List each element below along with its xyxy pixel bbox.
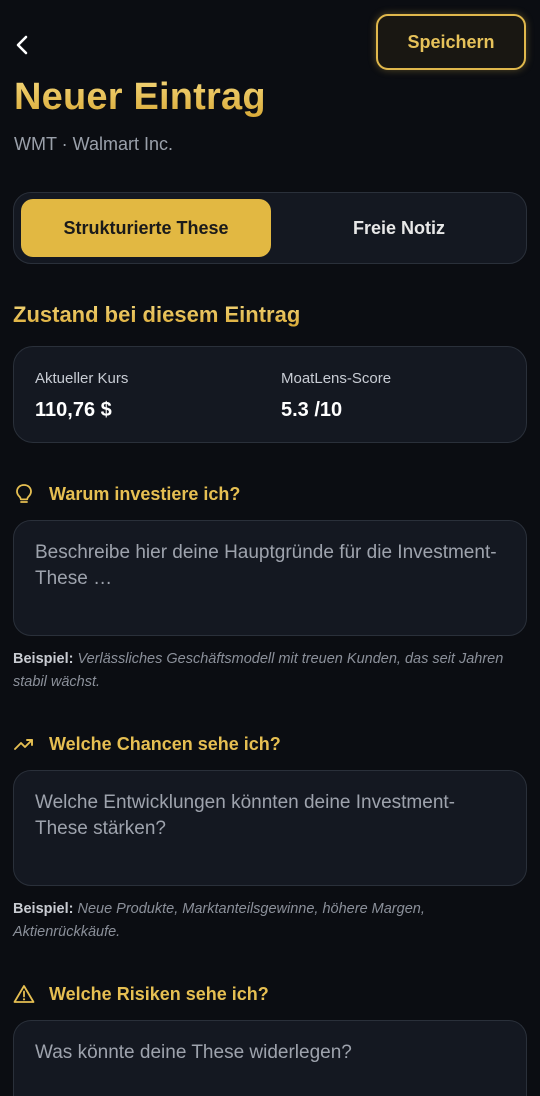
example-prefix: Beispiel: — [13, 651, 74, 667]
moatlens-score-label: MoatLens-Score — [281, 370, 392, 387]
warning-triangle-icon — [13, 983, 35, 1005]
why-invest-example: Beispiel: Verlässliches Geschäftsmodell … — [13, 648, 513, 694]
entry-type-toggle: Strukturierte These Freie Notiz — [13, 192, 527, 264]
lightbulb-icon — [13, 483, 35, 505]
risks-input[interactable]: Was könnte deine These widerlegen? — [13, 1020, 527, 1096]
opportunities-input[interactable]: Welche Entwicklungen könnten deine Inves… — [13, 770, 527, 886]
question-label: Warum investiere ich? — [49, 483, 241, 504]
back-button[interactable] — [8, 28, 36, 62]
question-label: Welche Chancen sehe ich? — [49, 733, 281, 754]
save-button[interactable]: Speichern — [376, 14, 526, 70]
trending-up-icon — [13, 733, 35, 755]
why-invest-input[interactable]: Beschreibe hier deine Hauptgründe für di… — [13, 520, 527, 636]
question-why-invest: Warum investiere ich? — [13, 480, 240, 508]
question-label: Welche Risiken sehe ich? — [49, 983, 269, 1004]
stock-subtitle: WMT · Walmart Inc. — [14, 134, 173, 154]
question-opportunities: Welche Chancen sehe ich? — [13, 730, 281, 758]
tab-free-note[interactable]: Freie Notiz — [276, 199, 522, 257]
state-section-title: Zustand bei diesem Eintrag — [13, 302, 301, 327]
moatlens-score-value: 5.3 /10 — [281, 399, 343, 421]
example-text: Neue Produkte, Marktanteilsgewinne, höhe… — [13, 901, 425, 940]
state-card: Aktueller Kurs 110,76 $ MoatLens-Score 5… — [13, 346, 527, 443]
example-prefix: Beispiel: — [13, 901, 74, 917]
question-risks: Welche Risiken sehe ich? — [13, 980, 269, 1008]
example-text: Verlässliches Geschäftsmodell mit treuen… — [13, 651, 504, 690]
opportunities-example: Beispiel: Neue Produkte, Marktanteilsgew… — [13, 898, 513, 944]
current-price-label: Aktueller Kurs — [35, 370, 129, 387]
new-entry-screen: Speichern Neuer Eintrag WMT · Walmart In… — [0, 0, 540, 1096]
current-price-value: 110,76 $ — [35, 399, 112, 421]
tab-structured-thesis[interactable]: Strukturierte These — [21, 199, 271, 257]
chevron-left-icon — [16, 35, 28, 55]
page-title: Neuer Eintrag — [14, 76, 266, 118]
